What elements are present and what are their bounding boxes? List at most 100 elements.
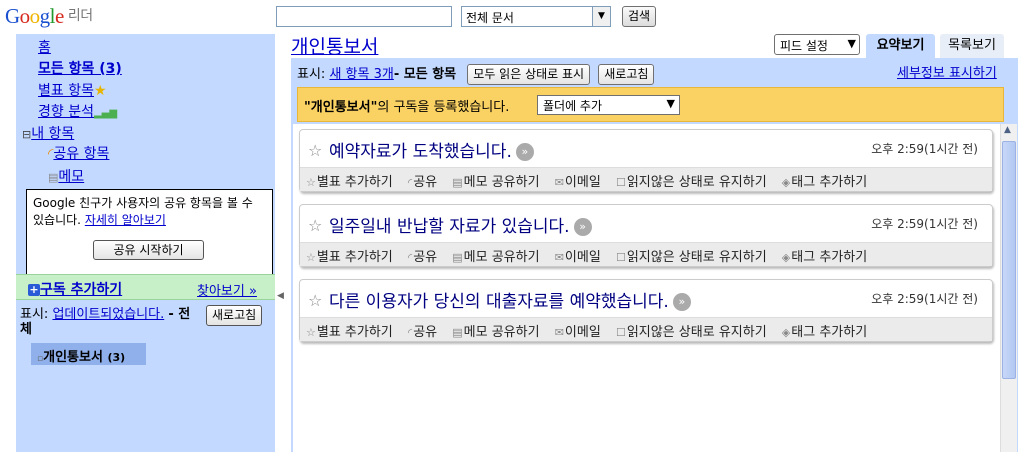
email-action[interactable]: ✉이메일: [555, 325, 601, 340]
collapse-sidebar-icon[interactable]: ◀: [277, 291, 284, 301]
star-outline-icon[interactable]: ☆: [308, 291, 322, 310]
add-star-action[interactable]: ☆별표 추가하기: [306, 250, 393, 265]
chevron-down-icon: ▼: [847, 37, 856, 50]
add-tag-action[interactable]: ◈태그 추가하기: [782, 250, 867, 265]
entry-card[interactable]: ☆ 일주일내 반납할 자료가 있습니다.» 오후 2:59(1시간 전) ☆별표…: [299, 204, 993, 267]
add-tag-action[interactable]: ◈태그 추가하기: [782, 325, 867, 340]
collapse-icon[interactable]: ⊟: [22, 128, 31, 141]
share-action[interactable]: ◜공유: [408, 175, 437, 190]
entry-actions: ☆별표 추가하기 ◜공유 ▤메모 공유하기 ✉이메일 ☐읽지않은 상태로 유지하…: [300, 317, 992, 341]
star-outline-icon: ☆: [306, 326, 316, 339]
add-star-action[interactable]: ☆별표 추가하기: [306, 175, 393, 190]
sidebar-status: 표시: 업데이트되었습니다. - 전체: [20, 307, 191, 337]
scroll-thumb[interactable]: [1002, 141, 1016, 379]
search-scope-select[interactable]: 전체 문서 ▼: [461, 6, 611, 27]
add-subscription-bar: +구독 추가하기 찾아보기 »: [16, 274, 275, 300]
scrollbar[interactable]: ▲: [1000, 124, 1017, 452]
add-star-action[interactable]: ☆별표 추가하기: [306, 325, 393, 340]
email-icon: ✉: [554, 326, 564, 339]
new-items-link[interactable]: 새 항목 3개: [329, 67, 393, 82]
add-tag-action[interactable]: ◈태그 추가하기: [782, 175, 867, 190]
page-title[interactable]: 개인통보서: [291, 32, 378, 59]
view-toolbar: 표시: 새 항목 3개- 모든 항목 모두 읽은 상태로 표시 새로고침: [297, 63, 655, 85]
entry-time: 오후 2:59(1시간 전): [871, 292, 978, 306]
keep-unread-action[interactable]: ☐읽지않은 상태로 유지하기: [616, 175, 767, 190]
keep-unread-action[interactable]: ☐읽지않은 상태로 유지하기: [616, 250, 767, 265]
my-items-section[interactable]: ⊟내 항목: [22, 123, 74, 143]
share-icon: ◜: [407, 326, 413, 339]
refresh-button[interactable]: 새로고침: [598, 64, 655, 85]
star-icon: ★: [93, 83, 107, 99]
entry-card[interactable]: ☆ 다른 이용자가 당신의 대출자료를 예약했습니다.» 오후 2:59(1시간…: [299, 279, 993, 342]
plus-icon: +: [28, 283, 40, 296]
google-reader-logo[interactable]: Google 리더: [5, 4, 93, 29]
note-icon: ▤: [452, 176, 463, 189]
email-action[interactable]: ✉이메일: [555, 250, 601, 265]
sidebar-item-feed[interactable]: ▫개인통보서 (3): [31, 343, 146, 365]
star-outline-icon: ☆: [306, 251, 316, 264]
open-link-icon[interactable]: »: [573, 218, 592, 236]
checkbox-icon: ☐: [615, 176, 626, 189]
sidebar-item-home[interactable]: 홈: [38, 37, 51, 57]
show-details-link[interactable]: 세부정보 표시하기: [897, 62, 997, 81]
note-icon: ▤: [452, 326, 463, 339]
share-icon: ◜: [407, 176, 413, 189]
entry-card[interactable]: ☆ 예약자료가 도착했습니다.» 오후 2:59(1시간 전) ☆별표 추가하기…: [299, 129, 993, 192]
sidebar-item-trends[interactable]: 경향 분석▂▄▆: [38, 101, 117, 121]
share-note-action[interactable]: ▤메모 공유하기: [452, 250, 539, 265]
open-link-icon[interactable]: »: [515, 143, 534, 161]
entry-time: 오후 2:59(1시간 전): [871, 142, 978, 156]
mark-all-read-button[interactable]: 모두 읽은 상태로 표시: [467, 64, 591, 85]
entry-actions: ☆별표 추가하기 ◜공유 ▤메모 공유하기 ✉이메일 ☐읽지않은 상태로 유지하…: [300, 167, 992, 191]
note-icon: ▤: [48, 171, 59, 184]
star-outline-icon[interactable]: ☆: [308, 141, 322, 160]
chevron-down-icon[interactable]: ▼: [592, 7, 610, 26]
entry-title[interactable]: 일주일내 반납할 자료가 있습니다.»: [329, 212, 592, 237]
tag-icon: ◈: [781, 176, 791, 189]
sidebar-refresh-button[interactable]: 새로고침: [206, 305, 263, 326]
bar-chart-icon: ▂▄▆: [93, 108, 118, 119]
search-scope-value: 전체 문서: [466, 11, 514, 25]
feed-settings-dropdown[interactable]: 피드 설정 ▼: [774, 34, 860, 55]
add-subscription-link[interactable]: +구독 추가하기: [28, 279, 122, 299]
email-icon: ✉: [554, 251, 564, 264]
entry-title[interactable]: 예약자료가 도착했습니다.»: [329, 137, 534, 162]
sidebar-item-notes[interactable]: ▤메모: [48, 166, 84, 186]
sidebar: 홈 모든 항목 (3) 별표 항목★ 경향 분석▂▄▆ ⊟내 항목 ◜공유 항목…: [16, 34, 275, 452]
tag-icon: ◈: [781, 326, 791, 339]
browse-link[interactable]: 찾아보기 »: [197, 280, 257, 299]
search-button[interactable]: 검색: [622, 6, 657, 27]
checkbox-icon: ☐: [615, 326, 626, 339]
share-action[interactable]: ◜공유: [408, 325, 437, 340]
scroll-up-icon[interactable]: ▲: [1004, 125, 1011, 135]
tag-icon: ◈: [781, 251, 791, 264]
email-icon: ✉: [554, 176, 564, 189]
star-outline-icon[interactable]: ☆: [308, 216, 322, 235]
share-icon: ◜: [407, 251, 413, 264]
search-input[interactable]: [276, 6, 452, 27]
sidebar-item-shared[interactable]: ◜공유 항목: [48, 143, 109, 163]
sidebar-item-starred[interactable]: 별표 항목★: [38, 80, 107, 100]
add-to-folder-select[interactable]: 폴더에 추가 ▼: [537, 95, 680, 115]
checkbox-icon: ☐: [615, 251, 626, 264]
email-action[interactable]: ✉이메일: [555, 175, 601, 190]
tab-list-view[interactable]: 목록보기: [940, 34, 1004, 58]
tab-summary-view[interactable]: 요약보기: [866, 34, 935, 58]
entry-time: 오후 2:59(1시간 전): [871, 217, 978, 231]
share-note-action[interactable]: ▤메모 공유하기: [452, 175, 539, 190]
share-info-box: Google 친구가 사용자의 공유 항목을 볼 수 있습니다. 자세히 알아보…: [26, 189, 273, 276]
start-sharing-button[interactable]: 공유 시작하기: [93, 240, 204, 260]
open-link-icon[interactable]: »: [672, 293, 691, 311]
entry-actions: ☆별표 추가하기 ◜공유 ▤메모 공유하기 ✉이메일 ☐읽지않은 상태로 유지하…: [300, 242, 992, 266]
star-outline-icon: ☆: [306, 176, 316, 189]
chevron-down-icon: ▼: [666, 97, 675, 110]
sidebar-item-all-items[interactable]: 모든 항목 (3): [38, 58, 122, 78]
share-action[interactable]: ◜공유: [408, 250, 437, 265]
entry-title[interactable]: 다른 이용자가 당신의 대출자료를 예약했습니다.»: [329, 287, 691, 312]
share-note-action[interactable]: ▤메모 공유하기: [452, 325, 539, 340]
keep-unread-action[interactable]: ☐읽지않은 상태로 유지하기: [616, 325, 767, 340]
learn-more-link[interactable]: 자세히 알아보기: [85, 213, 166, 227]
updated-link[interactable]: 업데이트되었습니다.: [52, 307, 164, 322]
subscription-notice: "개인통보서"의 구독을 등록했습니다. 폴더에 추가 ▼: [297, 87, 1004, 122]
note-icon: ▤: [452, 251, 463, 264]
